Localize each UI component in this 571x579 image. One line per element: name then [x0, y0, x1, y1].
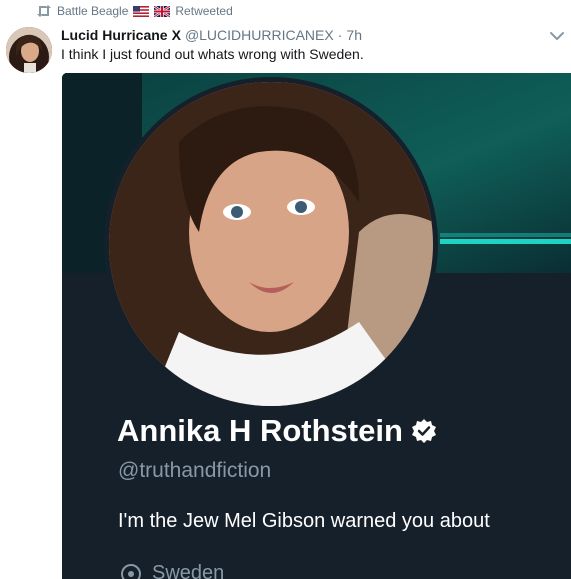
profile-photo-image: [109, 82, 433, 406]
author-name[interactable]: Lucid Hurricane: [61, 27, 168, 43]
retweet-context: Battle Beagle Retweeted: [36, 3, 233, 19]
author-badge: X: [171, 27, 181, 43]
tweet-media[interactable]: Annika H Rothstein @truthandfiction I'm …: [62, 73, 571, 579]
separator-dot: ·: [337, 27, 343, 43]
profile-name-text: Annika H Rothstein: [117, 413, 403, 448]
uk-flag-icon: [154, 5, 171, 17]
retweeter-name[interactable]: Battle Beagle: [57, 4, 128, 18]
retweet-icon: [37, 5, 51, 17]
profile-location: Sweden: [120, 562, 224, 579]
profile-location-text: Sweden: [152, 562, 225, 579]
profile-name: Annika H Rothstein: [117, 413, 437, 449]
tweet-header: Lucid Hurricane X @LUCIDHURRICANEX · 7h: [61, 26, 571, 44]
caret-down-icon[interactable]: [549, 28, 565, 44]
profile-bio: I'm the Jew Mel Gibson warned you about: [118, 510, 490, 532]
author-handle[interactable]: @LUCIDHURRICANEX: [185, 27, 334, 43]
avatar-image: [6, 27, 52, 73]
location-pin-icon: [121, 563, 141, 579]
retweeted-label: Retweeted: [175, 4, 233, 18]
profile-handle: @truthandfiction: [118, 459, 272, 482]
tweet-text: I think I just found out whats wrong wit…: [61, 46, 364, 62]
tweet-timestamp[interactable]: 7h: [346, 27, 362, 43]
author-avatar[interactable]: [6, 27, 52, 73]
verified-badge-icon: [411, 419, 436, 443]
profile-photo: [104, 77, 438, 411]
us-flag-icon: [133, 5, 150, 17]
